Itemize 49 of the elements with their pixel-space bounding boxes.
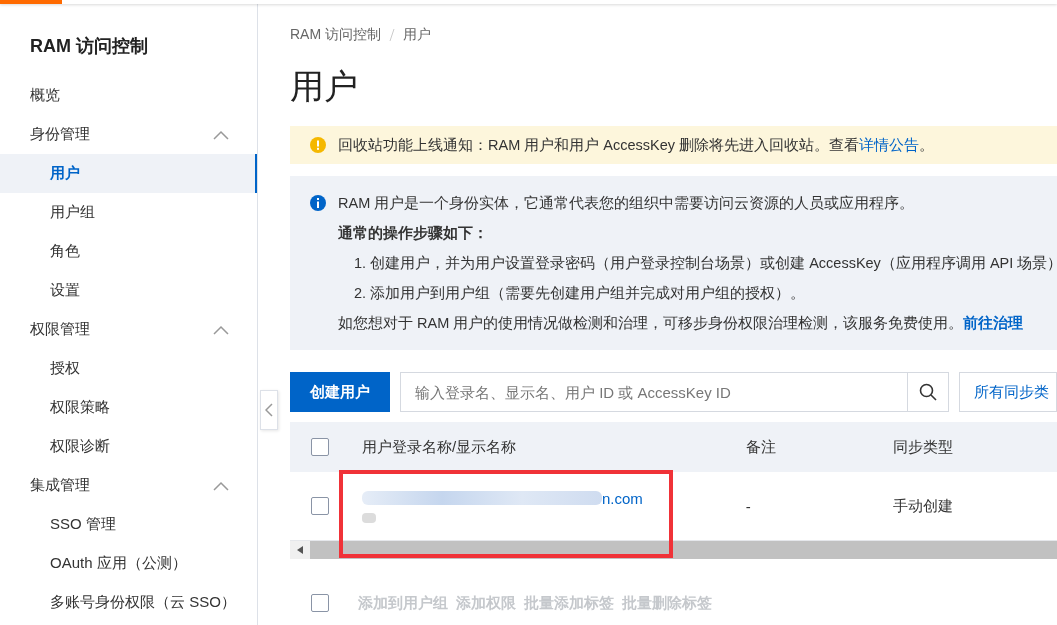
sidebar-item[interactable]: 用户组 [0, 193, 257, 232]
sidebar-item[interactable]: 角色 [0, 232, 257, 271]
info-text: 如您想对于 RAM 用户的使用情况做检测和治理，可移步身份权限治理检测，该服务免费使用。前往治理 [338, 314, 1025, 333]
search-field[interactable]: 输入登录名、显示名、用户 ID 或 AccessKey ID [400, 372, 907, 412]
sidebar-item[interactable]: 权限诊断 [0, 427, 257, 466]
table-cell-text: - [744, 497, 752, 515]
notice-link[interactable]: 详情公告 [859, 136, 920, 153]
column-header: 用户登录名称/显示名称 [361, 437, 518, 457]
sidebar-item[interactable]: 设置 [0, 271, 257, 310]
sidebar-group[interactable]: 权限管理 [0, 310, 257, 349]
chevron-icon [213, 324, 229, 335]
governance-link[interactable]: 前往治理 [963, 315, 1024, 331]
sync-type-dropdown[interactable]: 所有同步类 [958, 372, 1057, 412]
sidebar-item[interactable]: 多账号身份权限（云 SSO） [0, 583, 257, 622]
sidebar-group[interactable]: 集成管理 [0, 466, 257, 505]
column-header: 同步类型 [893, 437, 955, 457]
sidebar-title: RAM 访问控制 [29, 35, 149, 58]
scroll-left-icon[interactable] [297, 546, 303, 554]
breadcrumb-separator [389, 28, 395, 42]
steps-heading: 通常的操作步骤如下： [338, 224, 489, 243]
collapse-handle[interactable] [260, 390, 278, 430]
redaction-mark [362, 512, 376, 523]
breadcrumb-item: 用户 [403, 26, 431, 44]
table-cell-text: 手动创建 [893, 496, 955, 516]
sidebar-item[interactable]: 权限策略 [0, 388, 257, 427]
scrollbar[interactable] [290, 541, 1057, 559]
chevron-icon [213, 480, 229, 491]
search-icon[interactable] [918, 383, 937, 401]
checkbox[interactable] [311, 438, 329, 456]
step-text: 1. 创建用户，并为用户设置登录密码（用户登录控制台场景）或创建 AccessKey（应用程序调用 API 场景） [353, 254, 1057, 273]
chevron-icon [213, 129, 229, 140]
column-header: 备注 [744, 437, 777, 457]
chevron-left-icon[interactable] [265, 403, 273, 417]
page-title: 用户 [290, 66, 359, 107]
user-link[interactable]: n.com [602, 489, 643, 507]
sidebar-item[interactable]: 授权 [0, 349, 257, 388]
notice-text: 回收站功能上线通知：RAM 用户和用户 AccessKey 删除将先进入回收站。查看详情公告。 [338, 135, 935, 155]
sidebar-group[interactable]: 身份管理 [0, 115, 257, 154]
warning-icon [310, 137, 326, 153]
info-text: RAM 用户是一个身份实体，它通常代表您的组织中需要访问云资源的人员或应用程序。 [338, 194, 916, 213]
breadcrumb-item[interactable]: RAM 访问控制 [290, 26, 381, 44]
info-icon [310, 195, 326, 211]
create-user-button[interactable]: 创建用户 [290, 372, 390, 412]
sidebar-item[interactable]: OAuth 应用（公测） [0, 544, 257, 583]
checkbox[interactable] [311, 497, 329, 515]
sidebar-item[interactable]: SSO 管理 [0, 505, 257, 544]
sidebar-item[interactable]: 用户 [0, 154, 257, 193]
step-text: 2. 添加用户到用户组（需要先创建用户组并完成对用户组的授权）。 [353, 284, 807, 303]
sidebar-item[interactable]: 概览 [0, 76, 257, 115]
